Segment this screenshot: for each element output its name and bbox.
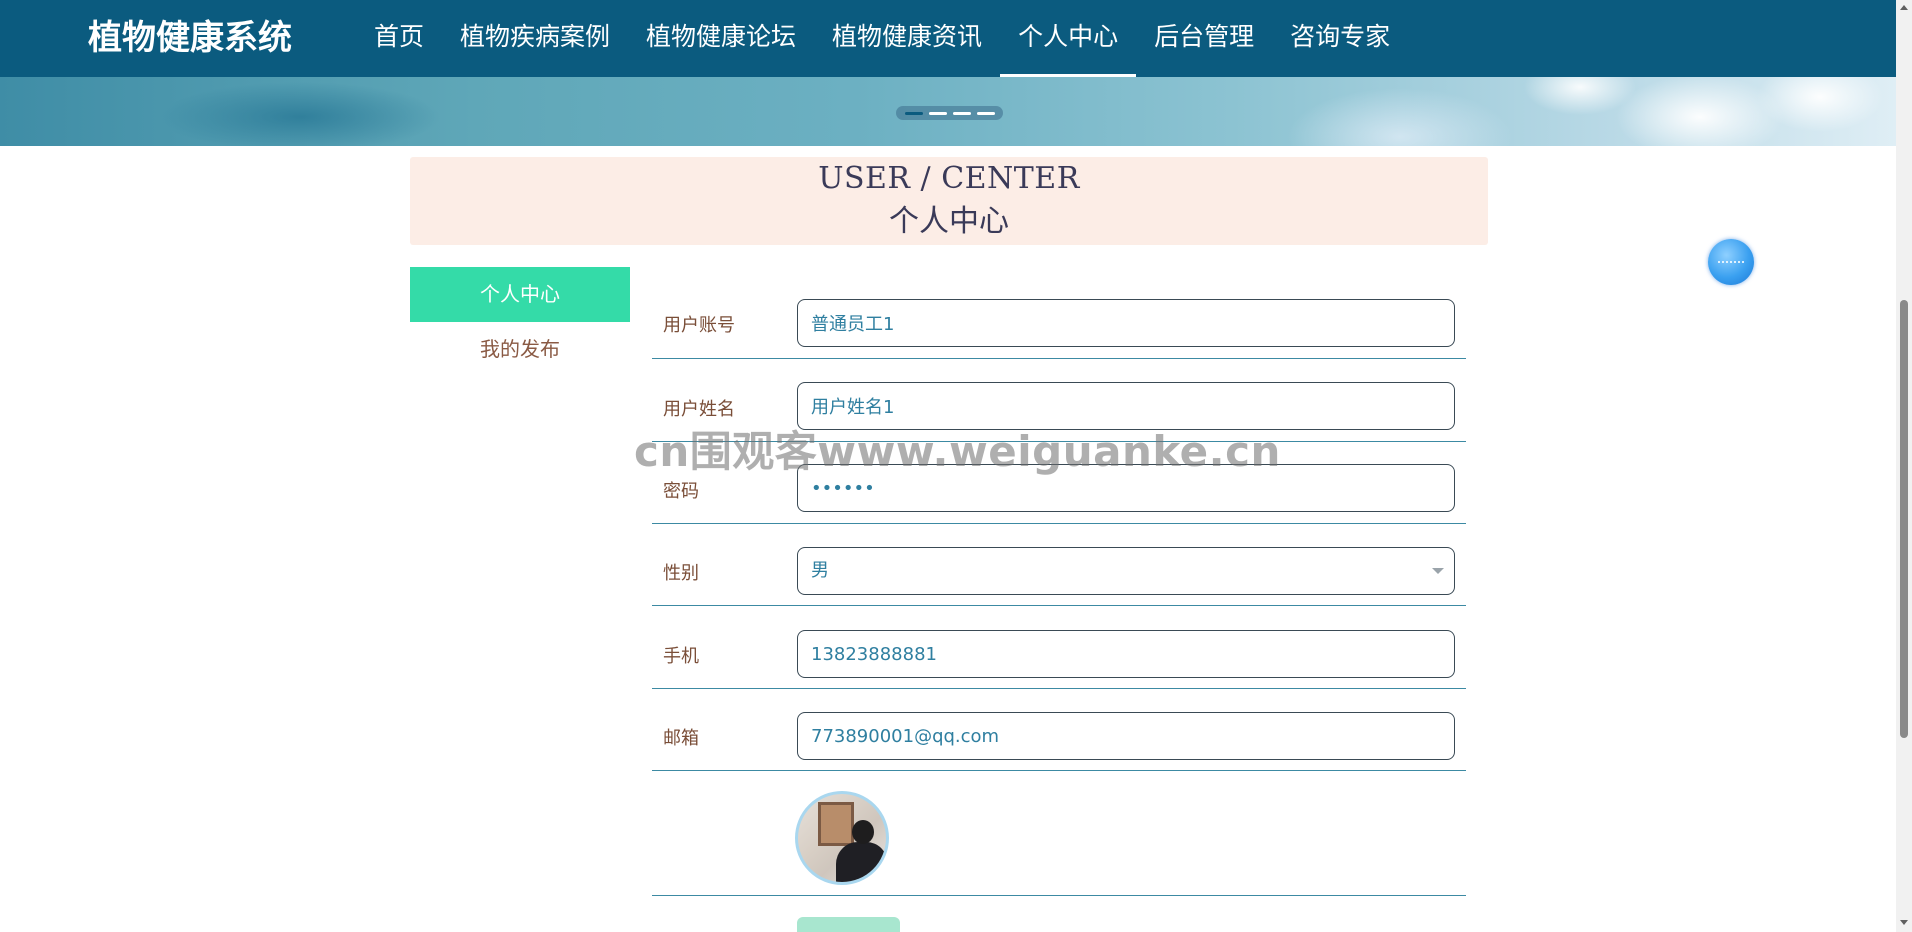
nav-item-user-center[interactable]: 个人中心 [1000,0,1137,77]
carousel-dot-4[interactable] [976,111,995,115]
scroll-up-icon[interactable] [1900,5,1908,10]
nav-item-admin[interactable]: 后台管理 [1136,0,1272,77]
phone-label: 手机 [663,646,699,667]
avatar-person-body [836,842,886,882]
email-label: 邮箱 [663,728,699,749]
page-scrollbar[interactable] [1896,0,1912,932]
nav-item-disease-cases[interactable]: 植物疾病案例 [442,0,628,77]
main-nav: 首页 植物疾病案例 植物健康论坛 植物健康资讯 个人中心 后台管理 咨询专家 [356,0,1408,77]
nav-item-news[interactable]: 植物健康资讯 [814,0,1000,77]
avatar-painting-shape [818,802,854,846]
carousel-dot-1[interactable] [904,111,923,115]
name-input[interactable] [797,382,1455,430]
carousel-dot-3[interactable] [952,111,971,115]
nav-item-forum[interactable]: 植物健康论坛 [628,0,814,77]
form-row-account: 用户账号 [652,287,1466,359]
nav-item-consult-expert[interactable]: 咨询专家 [1272,0,1408,77]
form-row-email: 邮箱 [652,689,1466,771]
password-label: 密码 [663,481,699,502]
chat-bubble-icon [1718,261,1744,263]
site-brand[interactable]: 植物健康系统 [88,14,292,62]
floating-chat-button[interactable] [1708,239,1754,285]
account-label: 用户账号 [663,315,735,336]
user-center-header: USER / CENTER 个人中心 [410,157,1488,245]
email-input[interactable] [797,712,1455,760]
gender-selected-value: 男 [811,560,829,581]
submit-button[interactable] [797,917,900,932]
scroll-down-icon[interactable] [1900,920,1908,925]
chevron-down-icon [1432,568,1444,574]
gender-select[interactable]: 男 [797,547,1455,595]
gender-label: 性别 [663,563,699,584]
top-navbar: 植物健康系统 首页 植物疾病案例 植物健康论坛 植物健康资讯 个人中心 后台管理… [0,0,1896,77]
avatar-person-head [852,820,874,844]
form-row-phone: 手机 [652,606,1466,689]
sidebar-item-user-center[interactable]: 个人中心 [410,267,630,322]
account-input[interactable] [797,299,1455,347]
scroll-thumb[interactable] [1900,300,1908,738]
form-row-gender: 性别 男 [652,524,1466,606]
nav-item-home[interactable]: 首页 [356,0,442,77]
form-row-avatar [652,771,1466,896]
name-label: 用户姓名 [663,399,735,420]
header-title-en: USER / CENTER [818,161,1080,196]
carousel-indicators [896,106,1003,120]
banner-carousel [0,77,1896,146]
carousel-dot-2[interactable] [928,111,947,115]
header-title-cn: 个人中心 [889,204,1009,239]
sidebar-item-my-posts[interactable]: 我的发布 [410,327,630,371]
watermark-text: cn围观客www.weiguanke.cn [634,427,1281,476]
phone-input[interactable] [797,630,1455,678]
avatar-image[interactable] [795,791,889,885]
